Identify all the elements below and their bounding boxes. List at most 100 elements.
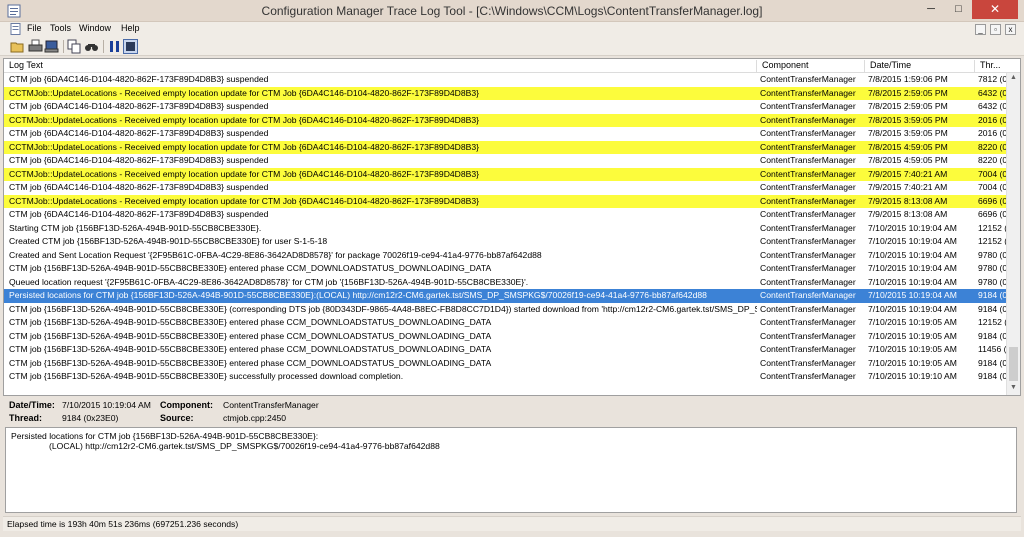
- print-setup-icon[interactable]: [44, 39, 59, 54]
- log-row[interactable]: CTM job {6DA4C146-D104-4820-862F-173F89D…: [4, 73, 1006, 87]
- date-time-cell: 7/9/2015 7:40:21 AM: [868, 182, 948, 192]
- log-text-cell: CTM job {156BF13D-526A-494B-901D-55CB8CB…: [9, 371, 404, 381]
- log-row[interactable]: CTM job {156BF13D-526A-494B-901D-55CB8CB…: [4, 370, 1006, 384]
- log-row[interactable]: CCTMJob::UpdateLocations - Received empt…: [4, 140, 1006, 154]
- thread-cell: 7004 (0: [978, 168, 1006, 179]
- date-time-cell: 7/8/2015 3:59:05 PM: [868, 114, 948, 125]
- log-row[interactable]: CTM job {6DA4C146-D104-4820-862F-173F89D…: [4, 208, 1006, 222]
- log-row[interactable]: CCTMJob::UpdateLocations - Received empt…: [4, 167, 1006, 181]
- component-cell: ContentTransferManager: [760, 290, 856, 300]
- component-cell: ContentTransferManager: [760, 371, 856, 381]
- thread-cell: 12152 (: [978, 222, 1006, 233]
- log-text-cell: CTM job {6DA4C146-D104-4820-862F-173F89D…: [9, 74, 269, 84]
- date-time-cell: 7/10/2015 10:19:05 AM: [868, 357, 957, 368]
- log-row[interactable]: Persisted locations for CTM job {156BF13…: [4, 289, 1006, 303]
- date-time-cell: 7/10/2015 10:19:05 AM: [868, 330, 957, 341]
- log-row[interactable]: CCTMJob::UpdateLocations - Received empt…: [4, 194, 1006, 208]
- log-text-cell: CTM job {156BF13D-526A-494B-901D-55CB8CB…: [9, 303, 757, 314]
- column-header-date-time[interactable]: Date/Time: [864, 60, 974, 73]
- find-icon[interactable]: [84, 39, 99, 54]
- date-time-cell: 7/10/2015 10:19:04 AM: [868, 290, 957, 300]
- log-row[interactable]: CTM job {156BF13D-526A-494B-901D-55CB8CB…: [4, 262, 1006, 276]
- log-text-cell: CTM job {156BF13D-526A-494B-901D-55CB8CB…: [9, 317, 492, 327]
- menu-tools[interactable]: Tools: [50, 23, 71, 33]
- date-time-cell: 7/8/2015 4:59:05 PM: [868, 155, 948, 165]
- vertical-scrollbar[interactable]: ▲ ▼: [1006, 73, 1020, 395]
- component-label: Component:: [160, 400, 213, 410]
- open-icon[interactable]: [10, 39, 25, 54]
- column-header-log-text[interactable]: Log Text: [4, 60, 756, 73]
- log-text-cell: CCTMJob::UpdateLocations - Received empt…: [9, 114, 480, 125]
- thread-cell: 6696 (0: [978, 209, 1006, 219]
- date-time-cell: 7/8/2015 2:59:05 PM: [868, 101, 948, 111]
- message-line: (LOCAL) http://cm12r2-CM6.gartek.tst/SMS…: [49, 441, 440, 451]
- log-row[interactable]: Created CTM job {156BF13D-526A-494B-901D…: [4, 235, 1006, 249]
- component-cell: ContentTransferManager: [760, 87, 856, 98]
- menu-window[interactable]: Window: [79, 23, 111, 33]
- log-row[interactable]: CTM job {6DA4C146-D104-4820-862F-173F89D…: [4, 127, 1006, 141]
- log-row[interactable]: CTM job {156BF13D-526A-494B-901D-55CB8CB…: [4, 357, 1006, 371]
- log-text-cell: CTM job {6DA4C146-D104-4820-862F-173F89D…: [9, 209, 269, 219]
- log-row[interactable]: CTM job {156BF13D-526A-494B-901D-55CB8CB…: [4, 330, 1006, 344]
- component-cell: ContentTransferManager: [760, 74, 856, 84]
- thread-cell: 7004 (0: [978, 182, 1006, 192]
- maximize-button[interactable]: □: [945, 0, 972, 19]
- close-button[interactable]: ✕: [972, 0, 1018, 19]
- minimize-button[interactable]: ─: [917, 0, 945, 19]
- menu-file[interactable]: File: [27, 23, 42, 33]
- mdi-restore-button[interactable]: ▫: [990, 24, 1001, 35]
- log-row[interactable]: Created and Sent Location Request '{2F95…: [4, 249, 1006, 263]
- component-cell: ContentTransferManager: [760, 263, 856, 273]
- mdi-close-button[interactable]: x: [1005, 24, 1016, 35]
- highlight-icon[interactable]: [123, 39, 138, 54]
- date-time-cell: 7/10/2015 10:19:04 AM: [868, 276, 957, 287]
- log-text-cell: CCTMJob::UpdateLocations - Received empt…: [9, 168, 480, 179]
- log-row[interactable]: Queued location request '{2F95B61C-0FBA-…: [4, 276, 1006, 290]
- menu-bar: File Tools Window Help _ ▫ x: [0, 22, 1024, 37]
- print-icon[interactable]: [28, 39, 43, 54]
- date-time-cell: 7/8/2015 2:59:05 PM: [868, 87, 948, 98]
- log-text-cell: CTM job {156BF13D-526A-494B-901D-55CB8CB…: [9, 330, 492, 341]
- toolbar-separator: [63, 40, 64, 53]
- date-time-value: 7/10/2015 10:19:04 AM: [62, 400, 151, 410]
- scroll-thumb[interactable]: [1009, 347, 1018, 381]
- date-time-cell: 7/10/2015 10:19:04 AM: [868, 236, 957, 246]
- log-row[interactable]: CTM job {156BF13D-526A-494B-901D-55CB8CB…: [4, 303, 1006, 317]
- component-cell: ContentTransferManager: [760, 168, 856, 179]
- log-row[interactable]: Starting CTM job {156BF13D-526A-494B-901…: [4, 222, 1006, 236]
- thread-value: 9184 (0x23E0): [62, 413, 119, 423]
- scroll-down-icon[interactable]: ▼: [1010, 384, 1017, 391]
- menu-help[interactable]: Help: [121, 23, 140, 33]
- date-time-cell: 7/9/2015 8:13:08 AM: [868, 209, 948, 219]
- column-header-component[interactable]: Component: [756, 60, 864, 73]
- date-time-cell: 7/9/2015 8:13:08 AM: [868, 195, 948, 206]
- thread-cell: 9184 (0: [978, 330, 1006, 341]
- thread-cell: 2016 (0: [978, 114, 1006, 125]
- log-text-cell: Starting CTM job {156BF13D-526A-494B-901…: [9, 222, 262, 233]
- log-row[interactable]: CTM job {6DA4C146-D104-4820-862F-173F89D…: [4, 181, 1006, 195]
- log-text-cell: Persisted locations for CTM job {156BF13…: [9, 290, 707, 300]
- date-time-cell: 7/10/2015 10:19:04 AM: [868, 303, 957, 314]
- title-bar: Configuration Manager Trace Log Tool - […: [0, 0, 1024, 22]
- component-cell: ContentTransferManager: [760, 195, 856, 206]
- copy-icon[interactable]: [67, 39, 82, 54]
- pause-icon[interactable]: [107, 39, 122, 54]
- thread-cell: 6432 (0: [978, 101, 1006, 111]
- column-header-thread[interactable]: Thr...: [974, 60, 1020, 73]
- details-panel: Date/Time: 7/10/2015 10:19:04 AM Compone…: [3, 396, 1021, 426]
- log-text-cell: CCTMJob::UpdateLocations - Received empt…: [9, 141, 480, 152]
- log-row[interactable]: CTM job {156BF13D-526A-494B-901D-55CB8CB…: [4, 316, 1006, 330]
- scroll-up-icon[interactable]: ▲: [1010, 74, 1017, 81]
- log-list[interactable]: Log Text Component Date/Time Thr... CTM …: [3, 58, 1021, 396]
- log-row[interactable]: CCTMJob::UpdateLocations - Received empt…: [4, 86, 1006, 100]
- log-row[interactable]: CTM job {6DA4C146-D104-4820-862F-173F89D…: [4, 154, 1006, 168]
- log-row[interactable]: CCTMJob::UpdateLocations - Received empt…: [4, 113, 1006, 127]
- thread-cell: 11456 (: [978, 344, 1006, 354]
- message-detail-box[interactable]: Persisted locations for CTM job {156BF13…: [5, 427, 1017, 513]
- date-time-cell: 7/10/2015 10:19:10 AM: [868, 371, 957, 381]
- mdi-minimize-button[interactable]: _: [975, 24, 986, 35]
- component-cell: ContentTransferManager: [760, 249, 856, 260]
- log-row[interactable]: CTM job {6DA4C146-D104-4820-862F-173F89D…: [4, 100, 1006, 114]
- document-icon[interactable]: [10, 23, 21, 35]
- log-row[interactable]: CTM job {156BF13D-526A-494B-901D-55CB8CB…: [4, 343, 1006, 357]
